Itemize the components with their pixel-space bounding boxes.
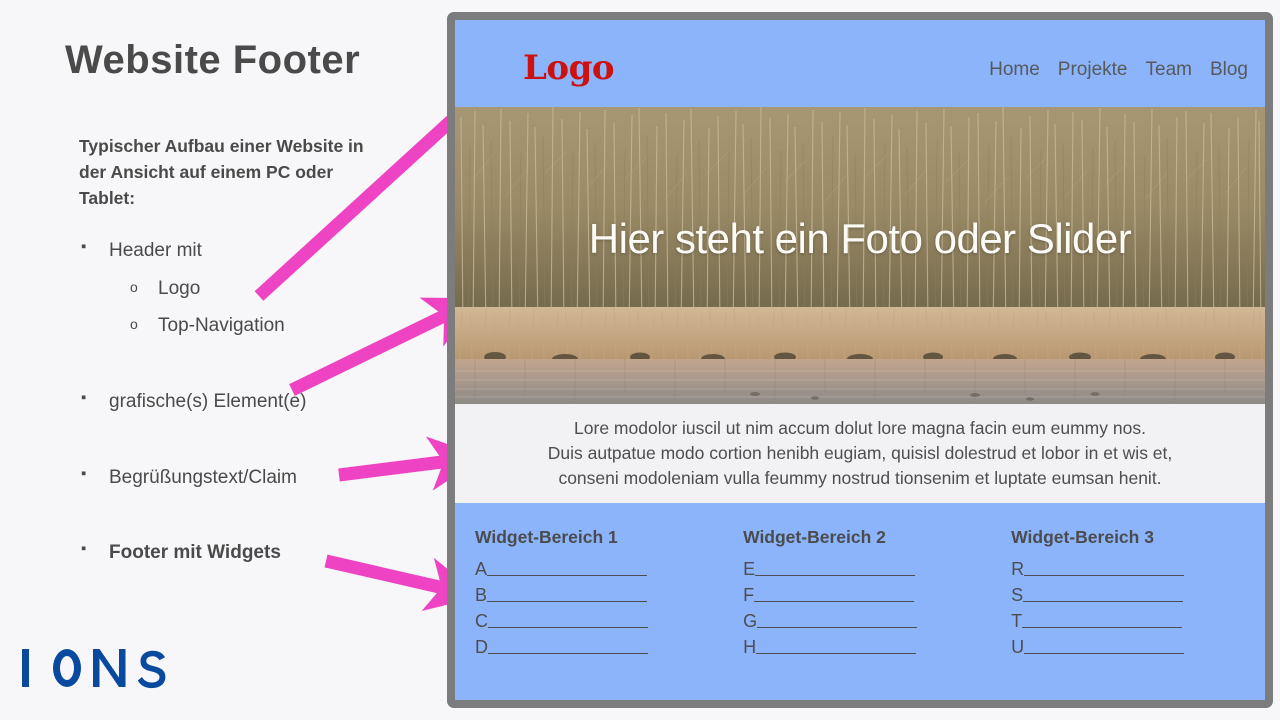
widget-rule <box>488 627 648 628</box>
widget-area-1: Widget-Bereich 1 A B C D <box>475 527 743 700</box>
widget-link-label: E <box>743 559 756 579</box>
list-item: grafische(s) Element(e) <box>79 389 439 413</box>
widget-rule <box>757 627 918 628</box>
nav-item-projekte[interactable]: Projekte <box>1058 59 1128 81</box>
widget-rule <box>1022 627 1183 628</box>
widget-area-2: Widget-Bereich 2 E F G H <box>743 527 1011 700</box>
list-item: Footer mit Widgets <box>79 540 439 564</box>
widget-rule <box>1023 601 1184 602</box>
widget-link-row[interactable]: T <box>1011 611 1245 631</box>
widget-rule <box>755 575 916 576</box>
website-mockup-frame: Logo Home Projekte Team Blog Hier steht … <box>447 12 1273 708</box>
widget-link-label: U <box>1011 637 1025 657</box>
widget-footer: Widget-Bereich 1 A B C D Widget-Bereich … <box>455 503 1265 700</box>
list-item: Header mit <box>79 238 439 262</box>
widget-link-label: S <box>1011 585 1024 605</box>
nav-item-home[interactable]: Home <box>989 59 1040 81</box>
list-item: Begrüßungstext/Claim <box>79 465 439 489</box>
widget-area-3: Widget-Bereich 3 R S T U <box>1011 527 1245 700</box>
site-logo[interactable]: Logo <box>523 48 615 88</box>
widget-rule <box>1024 653 1185 654</box>
widget-link-label: F <box>743 585 755 605</box>
nav-item-team[interactable]: Team <box>1146 59 1192 81</box>
claim-block: Lore modolor iuscil ut nim accum dolut l… <box>455 404 1265 503</box>
widget-rule <box>487 575 648 576</box>
widget-title: Widget-Bereich 2 <box>743 527 886 547</box>
widget-rule <box>1024 575 1185 576</box>
widget-link-row[interactable]: F <box>743 585 1011 605</box>
widget-link-label: H <box>743 637 757 657</box>
widget-link-row[interactable]: R <box>1011 559 1245 579</box>
structure-bullet-list: Header mit Logo Top-Navigation grafische… <box>79 238 439 564</box>
widget-link-row[interactable]: U <box>1011 637 1245 657</box>
widget-link-row[interactable]: G <box>743 611 1011 631</box>
nav-item-blog[interactable]: Blog <box>1210 59 1248 81</box>
widget-link-row[interactable]: S <box>1011 585 1245 605</box>
list-item: Top-Navigation <box>79 315 439 337</box>
widget-link-row[interactable]: B <box>475 585 743 605</box>
website-mockup: Logo Home Projekte Team Blog Hier steht … <box>455 20 1265 700</box>
top-navigation: Home Projekte Team Blog <box>989 59 1248 81</box>
widget-link-label: D <box>475 637 488 657</box>
claim-text: Lore modolor iuscil ut nim accum dolut l… <box>547 418 1173 488</box>
widget-link-label: C <box>475 611 488 631</box>
widget-link-row[interactable]: D <box>475 637 743 657</box>
widget-title: Widget-Bereich 3 <box>1011 527 1154 547</box>
site-header: Logo Home Projekte Team Blog <box>455 20 1265 107</box>
widget-link-row[interactable]: E <box>743 559 1011 579</box>
intro-paragraph: Typischer Aufbau einer Website in der An… <box>79 136 364 208</box>
explanation-panel: Website Footer Typischer Aufbau einer We… <box>0 0 450 720</box>
widget-link-row[interactable]: H <box>743 637 1011 657</box>
page-title: Website Footer <box>65 38 361 82</box>
widget-link-label: A <box>475 559 488 579</box>
widget-title: Widget-Bereich 1 <box>475 527 618 547</box>
hero-photo: Hier steht ein Foto oder Slider <box>455 107 1265 404</box>
widget-rule <box>756 653 917 654</box>
widget-link-label: R <box>1011 559 1025 579</box>
widget-link-label: B <box>475 585 488 605</box>
widget-rule <box>488 653 648 654</box>
widget-rule <box>754 601 915 602</box>
widget-link-row[interactable]: C <box>475 611 743 631</box>
widget-link-label: G <box>743 611 758 631</box>
widget-link-label: T <box>1011 611 1023 631</box>
hero-caption: Hier steht ein Foto oder Slider <box>588 215 1132 262</box>
ionos-logo <box>20 645 175 691</box>
list-item: Logo <box>79 278 439 300</box>
widget-link-row[interactable]: A <box>475 559 743 579</box>
widget-rule <box>487 601 648 602</box>
